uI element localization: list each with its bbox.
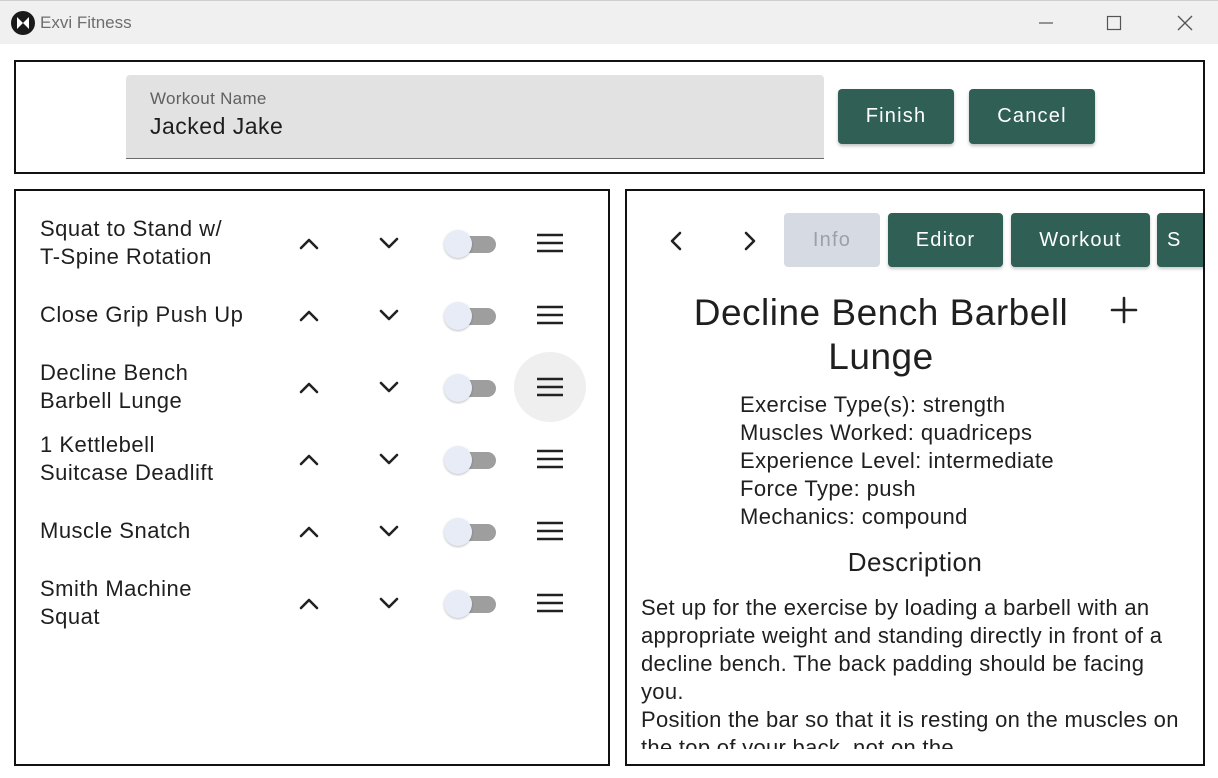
- maximize-button[interactable]: [1092, 7, 1136, 39]
- drag-handle-icon: [537, 593, 563, 613]
- drag-handle-icon: [537, 521, 563, 541]
- close-button[interactable]: [1163, 7, 1207, 39]
- exercise-title: Decline Bench Barbell Lunge: [693, 292, 1069, 377]
- chevron-up-icon[interactable]: [295, 375, 323, 399]
- exercise-row[interactable]: Smith Machine Squat: [16, 567, 608, 639]
- drag-handle-icon: [537, 377, 563, 397]
- exercise-name: Squat to Stand w/ T-Spine Rotation: [40, 216, 223, 269]
- exercise-toggle[interactable]: [444, 445, 498, 474]
- drag-handle-icon: [537, 305, 563, 325]
- description-paragraph: Set up for the exercise by loading a bar…: [641, 595, 1163, 704]
- chevron-down-icon[interactable]: [375, 591, 403, 615]
- chevron-right-icon[interactable]: [735, 227, 763, 255]
- drag-handle[interactable]: [514, 280, 586, 350]
- exercise-list: Squat to Stand w/ T-Spine Rotation Close …: [14, 189, 610, 766]
- exercise-toggle[interactable]: [444, 373, 498, 402]
- window-title: Exvi Fitness: [40, 13, 132, 32]
- close-icon: [1177, 15, 1193, 31]
- exercise-detail-panel: Info Editor Workout S Decline Bench Barb…: [625, 189, 1205, 766]
- chevron-down-icon[interactable]: [375, 303, 403, 327]
- workout-name-field[interactable]: Workout Name Jacked Jake: [126, 75, 824, 159]
- drag-handle[interactable]: [514, 352, 586, 422]
- exercise-toggle[interactable]: [444, 517, 498, 546]
- finish-button[interactable]: Finish: [838, 89, 954, 144]
- exercise-toggle[interactable]: [444, 301, 498, 330]
- workout-header-panel: Workout Name Jacked Jake Finish Cancel: [14, 60, 1205, 174]
- chevron-down-icon[interactable]: [375, 519, 403, 543]
- chevron-down-icon[interactable]: [375, 375, 403, 399]
- force-type: Force Type: push: [740, 476, 916, 501]
- toggle-knob: [444, 302, 472, 330]
- workout-name-value[interactable]: Jacked Jake: [150, 113, 283, 140]
- title-bar: Exvi Fitness: [0, 0, 1218, 44]
- exercise-name: Muscle Snatch: [40, 518, 191, 543]
- drag-handle[interactable]: [514, 568, 586, 638]
- exercise-name: Decline Bench Barbell Lunge: [40, 360, 189, 413]
- drag-handle[interactable]: [514, 424, 586, 494]
- description-heading: Description: [847, 547, 983, 577]
- plus-icon[interactable]: [1109, 295, 1139, 325]
- chevron-up-icon[interactable]: [295, 447, 323, 471]
- drag-handle-icon: [537, 449, 563, 469]
- toggle-knob: [444, 518, 472, 546]
- exercise-name: 1 Kettlebell Suitcase Deadlift: [40, 432, 214, 485]
- chevron-down-icon[interactable]: [375, 231, 403, 255]
- chevron-up-icon[interactable]: [295, 303, 323, 327]
- toggle-knob: [444, 374, 472, 402]
- exvi-logo-icon: [11, 11, 35, 35]
- tab-info: Info: [784, 213, 880, 267]
- tab-editor[interactable]: Editor: [888, 213, 1003, 267]
- chevron-up-icon[interactable]: [295, 591, 323, 615]
- muscles-worked: Muscles Worked: quadriceps: [740, 420, 1033, 445]
- tab-overflow[interactable]: S: [1157, 213, 1203, 267]
- cancel-button[interactable]: Cancel: [969, 89, 1095, 144]
- maximize-icon: [1106, 15, 1122, 31]
- drag-handle[interactable]: [514, 496, 586, 566]
- exercise-row[interactable]: Decline Bench Barbell Lunge: [16, 351, 608, 423]
- drag-handle[interactable]: [514, 208, 586, 278]
- exercise-row[interactable]: 1 Kettlebell Suitcase Deadlift: [16, 423, 608, 495]
- toggle-knob: [444, 590, 472, 618]
- minimize-icon: [1039, 22, 1053, 24]
- minimize-button[interactable]: [1024, 7, 1068, 39]
- exercise-name: Close Grip Push Up: [40, 302, 244, 327]
- exercise-row[interactable]: Muscle Snatch: [16, 495, 608, 567]
- exercise-type: Exercise Type(s): strength: [740, 392, 1006, 417]
- chevron-down-icon[interactable]: [375, 447, 403, 471]
- exercise-metadata: Exercise Type(s): strength Muscles Worke…: [740, 391, 1054, 531]
- description-paragraph: Position the bar so that it is resting o…: [641, 707, 1179, 749]
- drag-handle-icon: [537, 233, 563, 253]
- exercise-toggle[interactable]: [444, 589, 498, 618]
- exercise-row[interactable]: Close Grip Push Up: [16, 279, 608, 351]
- exercise-name: Smith Machine Squat: [40, 576, 193, 629]
- toggle-knob: [444, 230, 472, 258]
- chevron-up-icon[interactable]: [295, 231, 323, 255]
- chevron-left-icon[interactable]: [663, 227, 691, 255]
- experience-level: Experience Level: intermediate: [740, 448, 1055, 473]
- exercise-toggle[interactable]: [444, 229, 498, 258]
- chevron-up-icon[interactable]: [295, 519, 323, 543]
- description-body[interactable]: Set up for the exercise by loading a bar…: [641, 594, 1191, 749]
- tab-workout[interactable]: Workout: [1011, 213, 1150, 267]
- workout-name-label: Workout Name: [150, 89, 267, 108]
- toggle-knob: [444, 446, 472, 474]
- mechanics: Mechanics: compound: [740, 504, 968, 529]
- exercise-row[interactable]: Squat to Stand w/ T-Spine Rotation: [16, 207, 608, 279]
